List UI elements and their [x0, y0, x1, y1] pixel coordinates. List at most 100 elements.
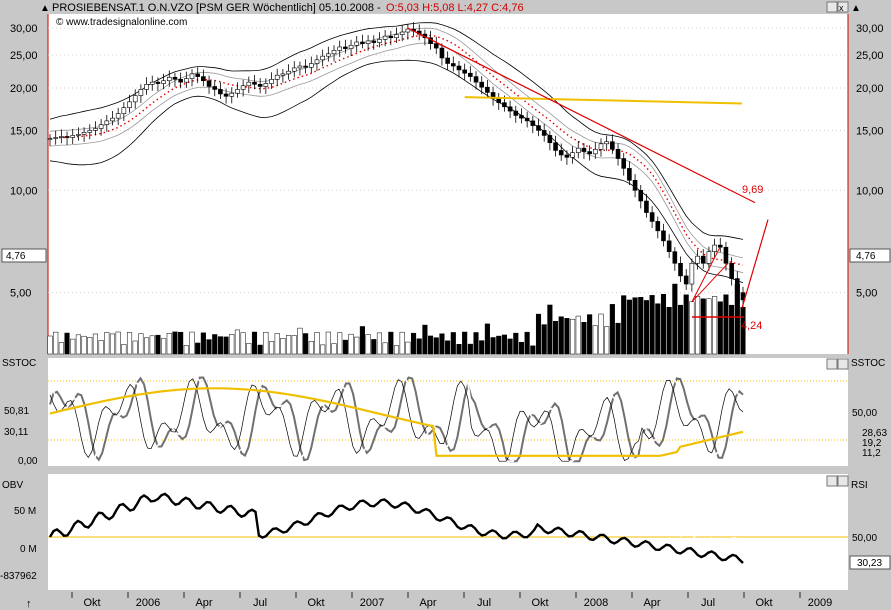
- volume-bar: [217, 336, 223, 355]
- obv-minimize-button[interactable]: [826, 475, 838, 487]
- volume-bar: [717, 301, 723, 355]
- x-tick-label: Okt: [755, 597, 772, 609]
- candle-body: [598, 143, 604, 150]
- candle-body: [263, 83, 269, 87]
- candle-body: [47, 138, 53, 140]
- volume-bar: [604, 326, 610, 355]
- candle-body: [439, 47, 445, 59]
- volume-bar: [251, 331, 258, 355]
- sstoc-close-button[interactable]: [837, 358, 849, 370]
- volume-bar: [303, 333, 309, 355]
- candle-body: [468, 72, 473, 77]
- volume-bar: [348, 333, 354, 355]
- price-tick-right: 5,00: [856, 288, 877, 300]
- volume-bar: [115, 331, 121, 355]
- candle-body: [530, 120, 536, 126]
- volume-bar: [246, 343, 252, 355]
- obv-tick-2: 0 M: [20, 544, 37, 555]
- candle-body: [98, 124, 104, 129]
- candle-body: [337, 46, 342, 51]
- x-tick-label: Apr: [643, 597, 660, 609]
- chart-title: PROSIEBENSAT.1 O.N.VZO [PSM GER Wöchentl…: [52, 2, 381, 14]
- volume-bar: [126, 332, 133, 355]
- volume-bar: [172, 331, 178, 355]
- sstoc-right-tick-4: 11,2: [862, 448, 881, 459]
- obv-label-left: OBV: [2, 480, 23, 491]
- volume-bar: [484, 323, 490, 355]
- last-price-left: 4,76: [6, 251, 26, 262]
- candle-body: [104, 120, 110, 125]
- candle-body: [451, 63, 456, 67]
- volume-bar: [683, 294, 689, 355]
- candle-body: [87, 130, 93, 133]
- volume-bar: [308, 341, 314, 355]
- volume-bar: [638, 297, 644, 355]
- candle-body: [575, 147, 581, 153]
- volume-bar: [257, 344, 263, 355]
- panel-minimize-button[interactable]: [826, 1, 838, 13]
- candle-body: [184, 78, 189, 83]
- candle-body: [178, 79, 183, 83]
- candle-body: [314, 59, 320, 64]
- x-tick-label: Jul: [477, 597, 491, 609]
- x-tick-label: Okt: [531, 597, 548, 609]
- candle-body: [479, 81, 485, 88]
- price-tick-left: 30,00: [10, 23, 38, 35]
- candle-body: [564, 154, 570, 158]
- candle-body: [615, 148, 621, 159]
- candle-body: [678, 262, 683, 277]
- candle-body: [558, 150, 564, 156]
- price-tick-right: 25,00: [856, 50, 884, 62]
- up-arrow-icon[interactable]: ▲: [40, 3, 50, 14]
- candle-body: [246, 81, 252, 87]
- candle-body: [274, 74, 280, 80]
- candle-body: [399, 31, 405, 35]
- x-tick-label: 2007: [360, 597, 384, 609]
- volume-bar: [405, 341, 411, 355]
- candle-body: [269, 79, 274, 84]
- candle-body: [377, 39, 382, 43]
- volume-bar: [280, 338, 286, 355]
- up-arrow-icon-right[interactable]: ▲: [851, 3, 861, 14]
- candle-body: [280, 73, 286, 76]
- volume-bar: [416, 338, 422, 355]
- candle-body: [541, 130, 547, 136]
- volume-bar: [286, 335, 292, 355]
- volume-bar: [677, 304, 684, 355]
- sstoc-label-left: SSTOC: [2, 358, 36, 369]
- x-tick-label: Okt: [307, 597, 324, 609]
- volume-bar: [365, 334, 371, 355]
- volume-bar: [297, 327, 303, 355]
- volume-bar: [161, 338, 167, 355]
- volume-bar: [388, 331, 394, 355]
- volume-bar: [428, 335, 434, 355]
- volume-bar: [109, 333, 116, 355]
- candle-body: [189, 73, 195, 79]
- scroll-up-arrow-icon[interactable]: ↑: [26, 598, 32, 610]
- volume-bar: [547, 304, 553, 355]
- volume-bar: [354, 336, 360, 355]
- candle-body: [81, 132, 87, 135]
- volume-bar: [206, 339, 212, 355]
- candle-body: [212, 86, 218, 90]
- volume-bar: [104, 332, 110, 355]
- volume-bar: [439, 333, 445, 355]
- volume-bar: [98, 340, 104, 355]
- candle-body: [655, 221, 661, 232]
- last-price-right: 4,76: [856, 251, 876, 262]
- sstoc-minimize-button[interactable]: [826, 358, 838, 370]
- candle-body: [644, 200, 649, 213]
- price-tick-left: 15,00: [10, 125, 38, 137]
- price-tick-left: 20,00: [10, 83, 38, 95]
- candle-body: [53, 137, 58, 139]
- volume-bar: [75, 334, 81, 355]
- candle-body: [700, 255, 706, 264]
- volume-bar: [291, 335, 297, 355]
- price-annotation: 4,24: [741, 320, 762, 332]
- volume-bar: [609, 304, 615, 355]
- close-icon: x: [839, 3, 844, 13]
- volume-bar: [376, 332, 383, 355]
- volume-bar: [456, 344, 462, 355]
- volume-bar: [479, 340, 485, 355]
- obv-close-button[interactable]: [837, 475, 849, 487]
